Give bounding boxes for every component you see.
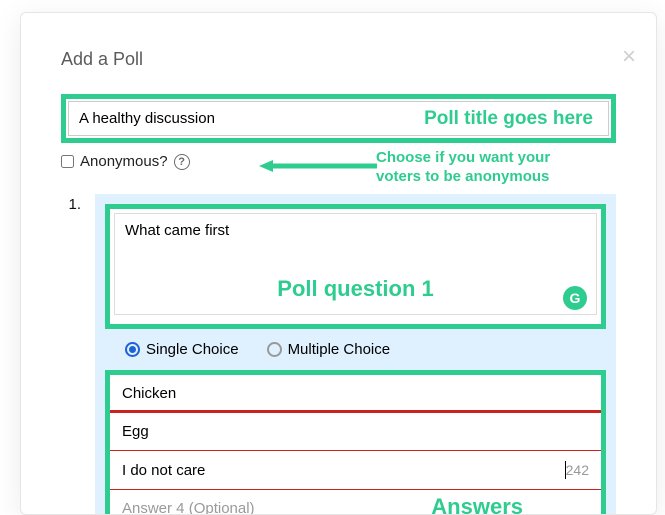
- poll-title-row: Poll title goes here: [61, 94, 616, 143]
- poll-title-highlight: Poll title goes here: [61, 94, 616, 143]
- radio-icon: [267, 342, 282, 357]
- single-choice-label: Single Choice: [146, 341, 239, 358]
- radio-icon: [125, 342, 140, 357]
- answer-input[interactable]: [122, 462, 564, 479]
- single-choice-option[interactable]: Single Choice: [125, 341, 239, 358]
- answer-row: 242: [110, 451, 601, 490]
- question-panel: Poll question 1 G Single Choice Multiple…: [95, 194, 616, 515]
- anonymous-row: Anonymous? ? Choose if you want your vot…: [61, 153, 616, 170]
- question-area: 1. Poll question 1 G Single Choice Multi…: [61, 194, 616, 515]
- grammarly-icon[interactable]: G: [563, 286, 587, 310]
- anonymous-label: Anonymous?: [80, 153, 168, 170]
- annotation-anonymous: Choose if you want your voters to be ano…: [376, 149, 596, 187]
- question-input[interactable]: [114, 213, 597, 315]
- choice-type-row: Single Choice Multiple Choice: [105, 329, 606, 370]
- modal: Add a Poll × Poll title goes here Anonym…: [20, 12, 657, 515]
- close-icon[interactable]: ×: [622, 45, 636, 69]
- help-icon[interactable]: ?: [174, 154, 190, 170]
- answer-input[interactable]: [122, 385, 589, 402]
- modal-title: Add a Poll: [61, 49, 616, 70]
- answer-row: [110, 490, 601, 515]
- answer-row: [110, 413, 601, 451]
- char-counter: 242: [566, 462, 589, 478]
- question-number: 1.: [61, 194, 81, 515]
- arrow-icon: [259, 159, 379, 173]
- answer-input[interactable]: [122, 500, 589, 515]
- answer-input[interactable]: [122, 423, 589, 440]
- answers-highlight: 242 Answers: [105, 370, 606, 515]
- answer-row: [110, 375, 601, 413]
- multiple-choice-option[interactable]: Multiple Choice: [267, 341, 391, 358]
- poll-title-input[interactable]: [68, 101, 609, 136]
- question-highlight: Poll question 1 G: [105, 204, 606, 329]
- multiple-choice-label: Multiple Choice: [288, 341, 391, 358]
- anonymous-checkbox[interactable]: [61, 155, 74, 168]
